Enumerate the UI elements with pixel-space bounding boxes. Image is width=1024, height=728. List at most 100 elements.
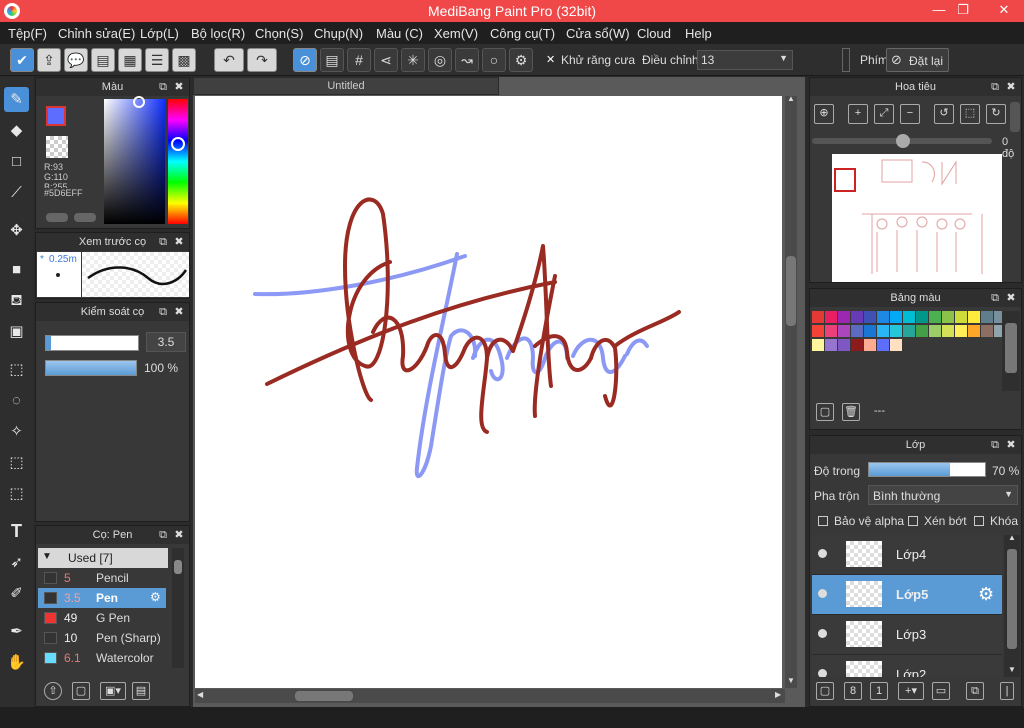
brush-item[interactable]: 5 Pencil <box>38 568 166 588</box>
transparent-color[interactable] <box>46 136 68 158</box>
palette-swatch[interactable] <box>812 339 824 351</box>
navigator-preview[interactable] <box>832 154 1002 282</box>
delete-palette-icon[interactable]: 🗑 <box>842 403 860 421</box>
palette-swatch[interactable] <box>877 325 889 337</box>
fit-window-icon[interactable]: ⤢ <box>874 104 894 124</box>
palette-swatch[interactable] <box>890 325 902 337</box>
redo-icon[interactable]: ↷ <box>247 48 277 72</box>
brush-group-header[interactable]: ▼ Used [7] <box>38 548 168 568</box>
layer-row[interactable]: Lớp3 <box>812 615 1002 655</box>
layer-row[interactable]: Lớp4 <box>812 535 1002 575</box>
popout-icon[interactable]: ⧉ <box>989 78 1001 96</box>
brush-scrollbar[interactable] <box>172 548 184 668</box>
palette-swatch[interactable] <box>903 325 915 337</box>
drawing-canvas[interactable] <box>195 96 782 688</box>
brush-item[interactable]: 10 Pen (Sharp) <box>38 628 166 648</box>
palette-swatch[interactable] <box>968 311 980 323</box>
brush-item[interactable]: 3.5 Pen ⚙ <box>38 588 166 608</box>
close-icon[interactable]: ✖ <box>1005 289 1017 307</box>
select-pen-icon[interactable]: ⬚ <box>4 450 29 475</box>
palette-swatch[interactable] <box>968 325 980 337</box>
new-palette-icon[interactable]: ▢ <box>816 403 834 421</box>
palette-swatch[interactable] <box>812 311 824 323</box>
brush-size-slider[interactable] <box>45 335 139 351</box>
canvas-vscroll-thumb[interactable] <box>786 256 796 326</box>
palette-swatch[interactable] <box>916 311 928 323</box>
brush-item[interactable]: 49 G Pen <box>38 608 166 628</box>
line-tool-icon[interactable]: ⟋ <box>4 180 29 205</box>
layer-scrollbar[interactable]: ▲ ▼ <box>1004 533 1020 677</box>
hue-handle[interactable] <box>171 137 185 151</box>
palette-swatch[interactable] <box>851 339 863 351</box>
bucket-tool-icon[interactable]: ⛾ <box>4 288 29 313</box>
palette-swatch[interactable] <box>877 339 889 351</box>
snap-curve-icon[interactable]: ↝ <box>455 48 479 72</box>
visibility-icon[interactable] <box>818 669 827 677</box>
palette-swatch[interactable] <box>864 339 876 351</box>
sv-picker-handle[interactable] <box>133 96 145 108</box>
hue-slider[interactable] <box>168 99 188 224</box>
menu-snap[interactable]: Chụp(N) <box>314 26 363 41</box>
visibility-icon[interactable] <box>818 629 827 638</box>
snap-circle-icon[interactable]: ◎ <box>428 48 452 72</box>
select-rect-icon[interactable]: ⬚ <box>4 357 29 382</box>
rect-tool-icon[interactable]: □ <box>4 149 29 174</box>
toolbar-splitter[interactable] <box>842 48 850 72</box>
snap-off-icon[interactable]: ⊘ <box>293 48 317 72</box>
foreground-color[interactable] <box>46 106 66 126</box>
fill-rect-tool-icon[interactable]: ■ <box>4 257 29 282</box>
palette-scroll-thumb[interactable] <box>1005 323 1017 373</box>
palette-swatch[interactable] <box>981 325 993 337</box>
menu-edit[interactable]: Chỉnh sửa(E) <box>58 26 135 41</box>
palette-swatch[interactable] <box>955 325 967 337</box>
select-eraser-icon[interactable]: ⬚ <box>4 481 29 506</box>
close-icon[interactable]: ✖ <box>1005 436 1017 454</box>
popout-icon[interactable]: ⧉ <box>989 289 1001 307</box>
palette-swatch[interactable] <box>942 311 954 323</box>
menu-tools[interactable]: Công cụ(T) <box>490 26 555 41</box>
palette-scrollbar[interactable] <box>1002 311 1020 391</box>
palette-swatch[interactable] <box>825 339 837 351</box>
navigator-scroll-thumb[interactable] <box>1010 102 1020 132</box>
eraser-tool-icon[interactable]: ◆ <box>4 118 29 143</box>
close-icon[interactable]: ✖ <box>173 78 185 96</box>
page-list-icon[interactable]: ☰ <box>145 48 169 72</box>
snap-settings-icon[interactable]: ⚙ <box>509 48 533 72</box>
new-brush-icon[interactable]: ▢ <box>72 682 90 700</box>
collapse-icon[interactable]: ▼ <box>42 551 52 562</box>
close-icon[interactable]: ✖ <box>173 303 185 321</box>
rotate-left-icon[interactable]: ↺ <box>934 104 954 124</box>
canvas-vscrollbar[interactable]: ▲ ▼ <box>785 94 797 688</box>
snap-perspective-icon[interactable]: ⋖ <box>374 48 398 72</box>
menu-window[interactable]: Cửa sổ(W) <box>566 26 630 41</box>
scroll-down-icon[interactable]: ▼ <box>1008 665 1016 674</box>
close-icon[interactable]: ✖ <box>1005 78 1017 96</box>
popout-icon[interactable]: ⧉ <box>989 436 1001 454</box>
menu-file[interactable]: Tệp(F) <box>8 26 47 41</box>
popout-icon[interactable]: ⧉ <box>157 303 169 321</box>
duplicate-layer-icon[interactable]: ⧉ <box>966 682 984 700</box>
brush-item[interactable]: 6.1 Watercolor <box>38 648 166 668</box>
eyedropper-icon[interactable]: ✒ <box>4 619 29 644</box>
palette-swatch[interactable] <box>942 325 954 337</box>
palette-swatch[interactable] <box>838 325 850 337</box>
menu-color[interactable]: Màu (C) <box>376 26 423 41</box>
menu-select[interactable]: Chọn(S) <box>255 26 303 41</box>
lasso-tool-icon[interactable]: ◌ <box>4 388 29 413</box>
protect-alpha-checkbox[interactable] <box>818 516 828 526</box>
more-layer-icon[interactable]: | <box>1000 682 1014 700</box>
page-icon[interactable]: ▦ <box>118 48 142 72</box>
scroll-up-icon[interactable]: ▲ <box>787 94 795 103</box>
scroll-right-icon[interactable]: ▶ <box>775 690 781 699</box>
rotate-right-icon[interactable]: ↻ <box>986 104 1006 124</box>
divide-tool-icon[interactable]: ✐ <box>4 581 29 606</box>
cloud-brush-icon[interactable]: ⇧ <box>44 682 62 700</box>
text-tool-icon[interactable]: T <box>4 519 29 544</box>
lock-checkbox[interactable] <box>974 516 984 526</box>
brush-opacity-slider[interactable] <box>45 360 137 376</box>
blend-mode-dropdown[interactable]: Bình thường ▼ <box>868 485 1018 505</box>
reset-button[interactable]: ⊘ Đặt lại <box>886 48 949 72</box>
palette-swatch[interactable] <box>851 311 863 323</box>
magic-wand-icon[interactable]: ✧ <box>4 419 29 444</box>
layer-opacity-slider[interactable] <box>868 462 986 477</box>
